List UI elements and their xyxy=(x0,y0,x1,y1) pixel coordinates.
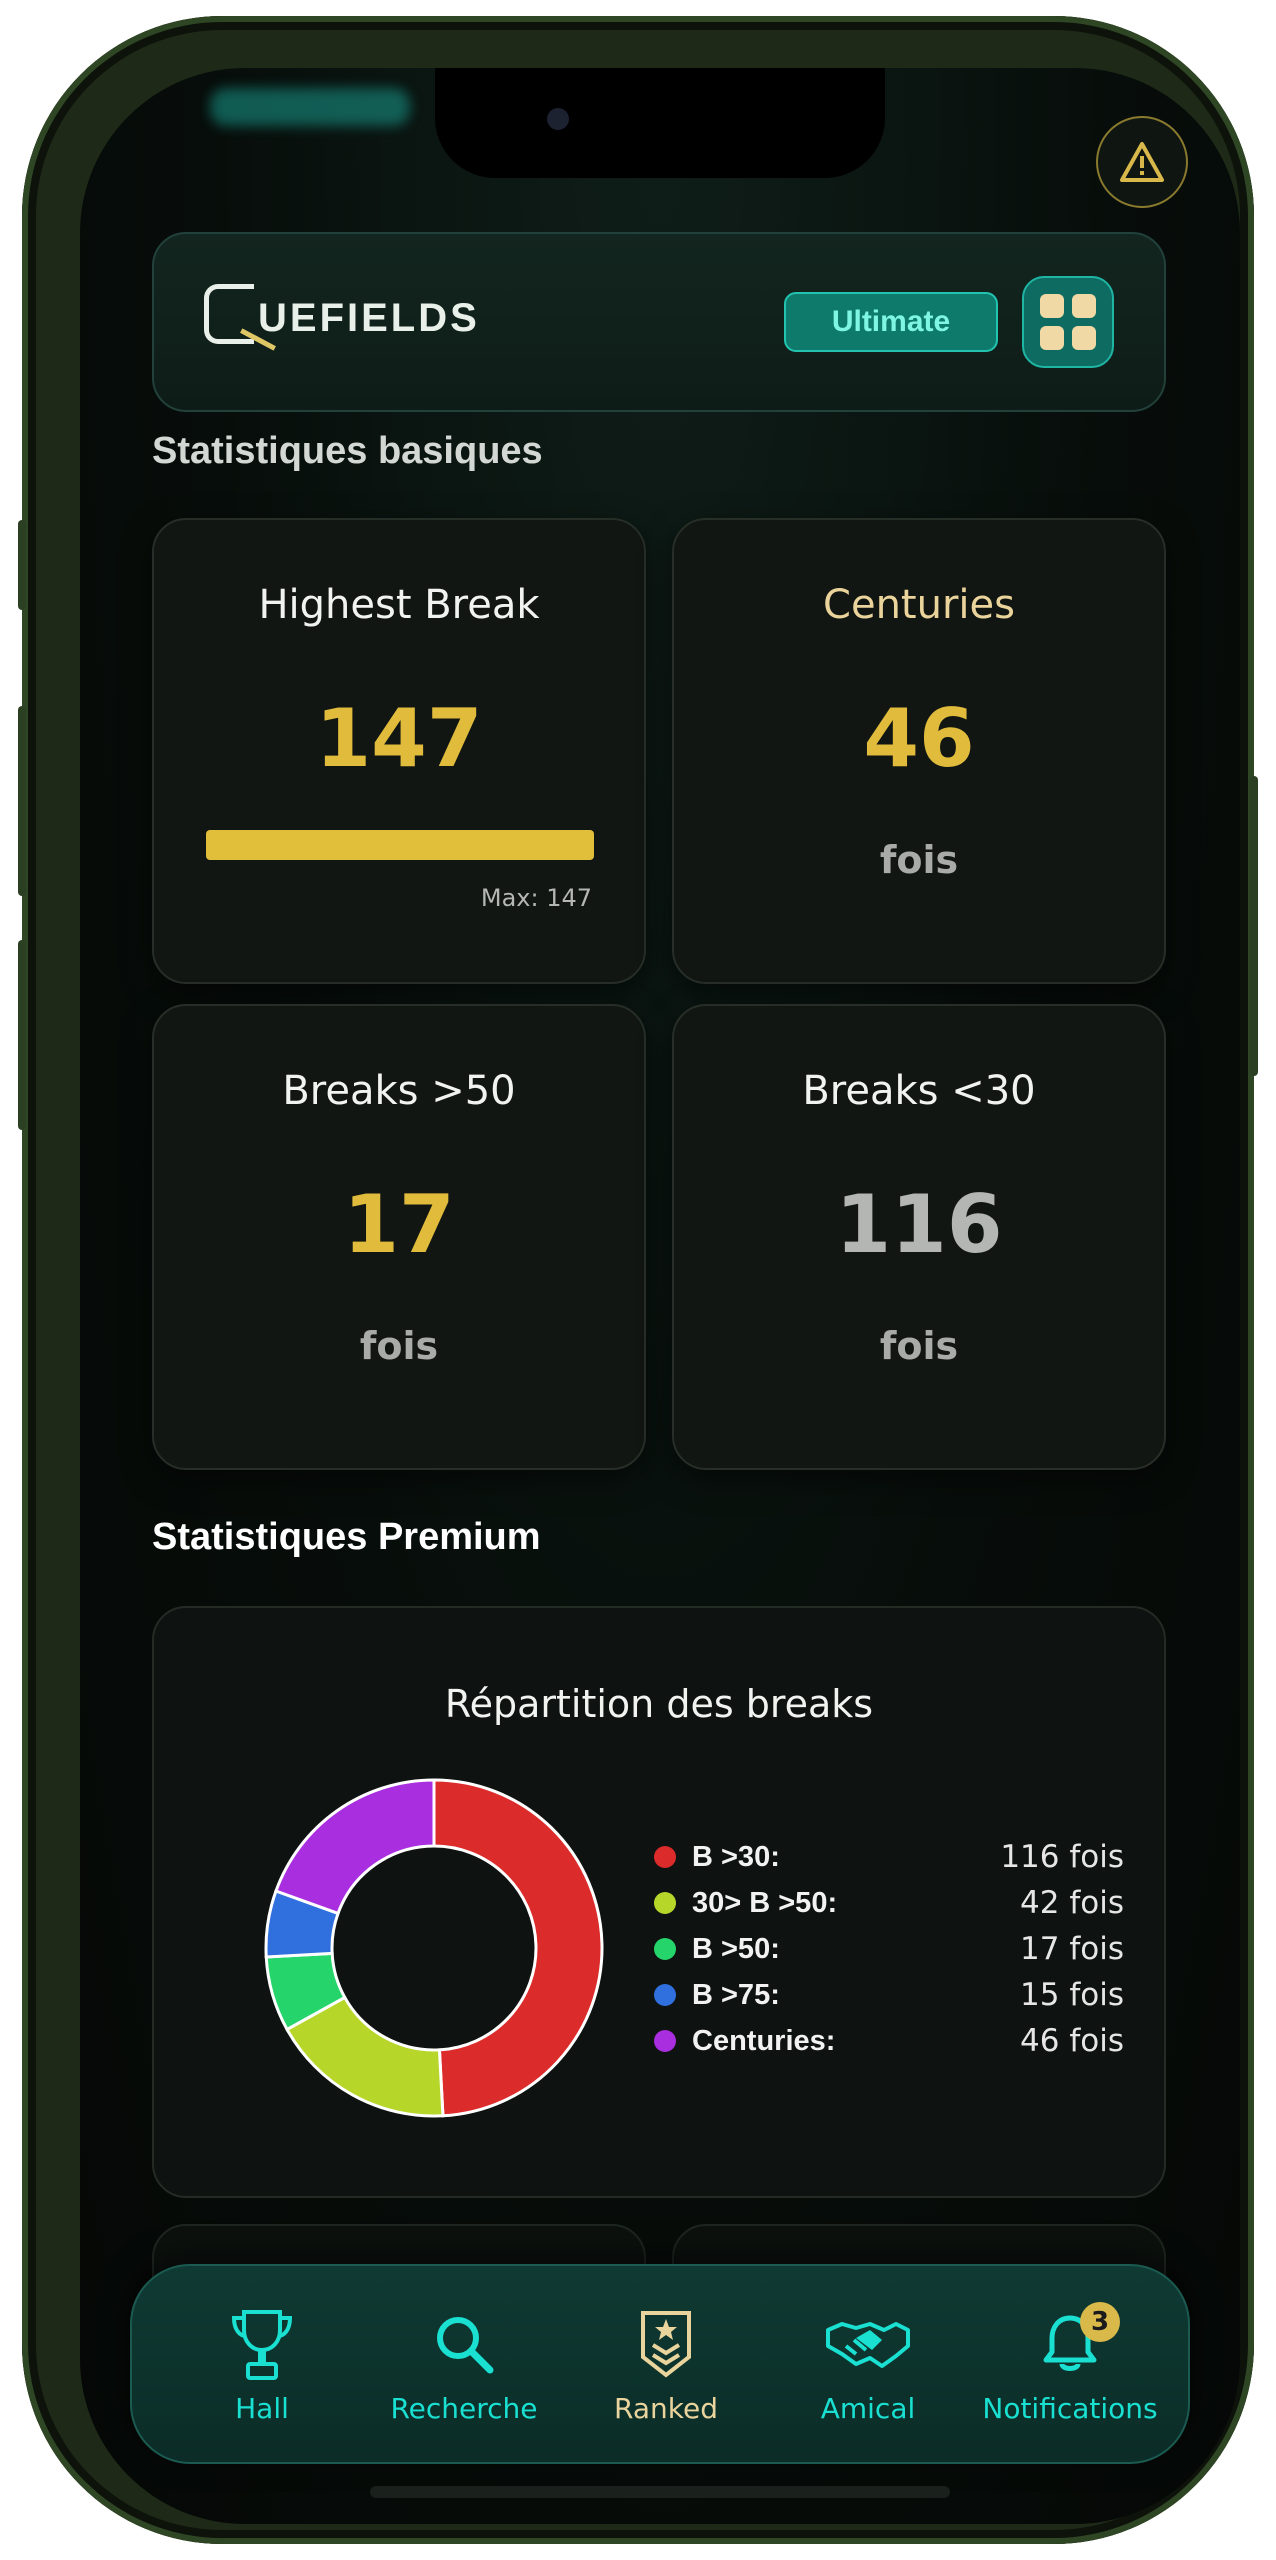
donut-slice-4 xyxy=(274,1778,436,1916)
breaks-donut-chart xyxy=(264,1778,604,2118)
chart-title: Répartition des breaks xyxy=(444,1682,874,1726)
legend-swatch xyxy=(654,1892,676,1914)
grid-icon xyxy=(1040,294,1064,318)
stat-card-breaks-under-30[interactable]: Breaks <30 116 fois xyxy=(672,1004,1166,1470)
home-indicator xyxy=(370,2486,950,2498)
volume-down-button xyxy=(18,940,26,1130)
stat-unit: fois xyxy=(879,838,959,882)
basic-stats-title: Statistiques basiques xyxy=(152,430,543,472)
legend-label: Centuries: xyxy=(692,2024,836,2057)
notification-count-badge: 3 xyxy=(1080,2302,1120,2342)
bottom-tab-bar: Hall Recherche Ranked Amical 3 Notificat… xyxy=(130,2264,1190,2464)
legend-swatch xyxy=(654,2030,676,2052)
legend-item: B >75: 15 fois xyxy=(654,1972,1124,2018)
legend-swatch xyxy=(654,1938,676,1960)
legend-label: 30> B >50: xyxy=(692,1886,838,1919)
tab-label: Amical xyxy=(820,2392,916,2425)
tab-label: Notifications xyxy=(982,2392,1158,2425)
phone-frame: UEFIELDS Ultimate Statistiques basiques … xyxy=(18,16,1258,2544)
app-header: UEFIELDS Ultimate xyxy=(152,232,1166,412)
legend-value: 42 fois xyxy=(1020,1885,1124,1921)
highest-break-bar-fill xyxy=(206,830,594,860)
silent-switch xyxy=(18,520,26,610)
stat-card-breaks-over-50[interactable]: Breaks >50 17 fois xyxy=(152,1004,646,1470)
stat-value: 147 xyxy=(315,692,483,785)
legend-item: B >50: 17 fois xyxy=(654,1926,1124,1972)
legend-value: 116 fois xyxy=(1000,1839,1124,1875)
breaks-distribution-card: Répartition des breaks B >30: 116 fois 30>… xyxy=(152,1606,1166,2198)
tab-label: Hall xyxy=(235,2392,289,2425)
legend-item: Centuries: 46 fois xyxy=(654,2018,1124,2064)
tab-label: Ranked xyxy=(614,2392,718,2425)
app-screen: UEFIELDS Ultimate Statistiques basiques … xyxy=(80,68,1240,2524)
stat-value: 46 xyxy=(863,692,975,785)
legend-value: 15 fois xyxy=(1020,1977,1124,2013)
alert-button[interactable] xyxy=(1096,116,1188,208)
front-camera xyxy=(547,108,569,130)
warning-triangle-icon xyxy=(1120,142,1164,182)
notch xyxy=(435,68,885,178)
tab-label: Recherche xyxy=(390,2392,538,2425)
legend-item: B >30: 116 fois xyxy=(654,1834,1124,1880)
legend-swatch xyxy=(654,1984,676,2006)
stat-unit: fois xyxy=(359,1324,439,1368)
stat-title: Breaks >50 xyxy=(282,1068,516,1114)
quefields-logo: UEFIELDS xyxy=(204,284,480,344)
power-button xyxy=(1250,776,1258,1076)
stat-value: 17 xyxy=(343,1178,455,1271)
legend-value: 46 fois xyxy=(1020,2023,1124,2059)
tab-recherche[interactable]: Recherche xyxy=(364,2304,564,2425)
donut-slice-0 xyxy=(432,1778,604,2118)
stat-value: 116 xyxy=(835,1178,1003,1271)
logo-q-mark xyxy=(204,284,254,344)
tab-hall[interactable]: Hall xyxy=(162,2304,362,2425)
search-icon xyxy=(437,2317,494,2374)
legend-label: B >50: xyxy=(692,1932,780,1965)
rank-badge-icon xyxy=(641,2311,691,2378)
legend-value: 17 fois xyxy=(1020,1931,1124,1967)
stat-card-centuries[interactable]: Centuries 46 fois xyxy=(672,518,1166,984)
legend-swatch xyxy=(654,1846,676,1868)
menu-grid-button[interactable] xyxy=(1022,276,1114,368)
stat-unit: fois xyxy=(879,1324,959,1368)
volume-up-button xyxy=(18,706,26,896)
logo-text: UEFIELDS xyxy=(258,296,480,340)
bar-max-label: Max: 147 xyxy=(480,884,592,912)
trophy-icon xyxy=(231,2310,293,2380)
tab-amical[interactable]: Amical xyxy=(768,2304,968,2425)
tab-notifications[interactable]: 3 Notifications xyxy=(970,2302,1170,2425)
status-indicator xyxy=(210,88,410,126)
stat-title: Highest Break xyxy=(258,582,540,628)
stat-card-highest-break[interactable]: Highest Break 147 Max: 147 xyxy=(152,518,646,984)
legend-item: 30> B >50: 42 fois xyxy=(654,1880,1124,1926)
legend-label: B >30: xyxy=(692,1840,780,1873)
premium-stats-title: Statistiques Premium xyxy=(152,1516,541,1558)
stat-title: Centuries xyxy=(823,582,1015,628)
handshake-icon xyxy=(826,2322,910,2368)
stat-title: Breaks <30 xyxy=(802,1068,1036,1114)
tab-ranked[interactable]: Ranked xyxy=(566,2304,766,2425)
plan-badge[interactable]: Ultimate xyxy=(784,292,998,352)
chart-legend: B >30: 116 fois 30> B >50: 42 fois B >50: 17 … xyxy=(654,1834,1124,2064)
highest-break-bar xyxy=(206,830,594,860)
legend-label: B >75: xyxy=(692,1978,780,2011)
